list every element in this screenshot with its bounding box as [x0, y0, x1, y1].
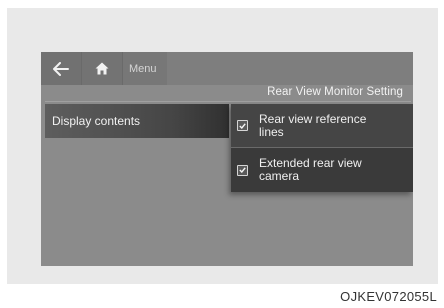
back-button[interactable]	[41, 52, 82, 85]
title-divider	[45, 101, 411, 102]
option-label-line2: lines	[259, 124, 284, 139]
option-label-line1: Rear view reference	[259, 111, 367, 126]
infotainment-screen: Menu Rear View Monitor Setting Display c…	[41, 52, 413, 266]
sidebar-item-display-contents[interactable]: Display contents	[45, 104, 229, 138]
figure-caption: OJKEV072055L	[340, 289, 437, 304]
check-icon	[239, 122, 246, 129]
options-panel: Rear view reference lines Extended rear …	[231, 104, 413, 192]
top-bar: Menu	[41, 52, 413, 85]
option-rear-view-reference-lines[interactable]: Rear view reference lines	[231, 104, 413, 148]
home-icon	[95, 62, 109, 75]
check-icon	[239, 167, 246, 173]
checkbox-rear-view-reference-lines[interactable]	[237, 120, 248, 131]
option-extended-rear-view-camera[interactable]: Extended rear view camera	[231, 148, 413, 192]
option-label: Rear view reference lines	[259, 111, 367, 139]
option-label-line2: camera	[259, 169, 300, 183]
sidebar-item-label: Display contents	[52, 114, 141, 128]
page-title: Rear View Monitor Setting	[267, 86, 403, 98]
checkbox-extended-rear-view-camera[interactable]	[237, 164, 248, 176]
back-arrow-icon	[53, 61, 69, 76]
option-label: Extended rear view camera	[259, 157, 362, 183]
home-button[interactable]	[82, 52, 123, 85]
menu-button[interactable]: Menu	[123, 52, 167, 85]
